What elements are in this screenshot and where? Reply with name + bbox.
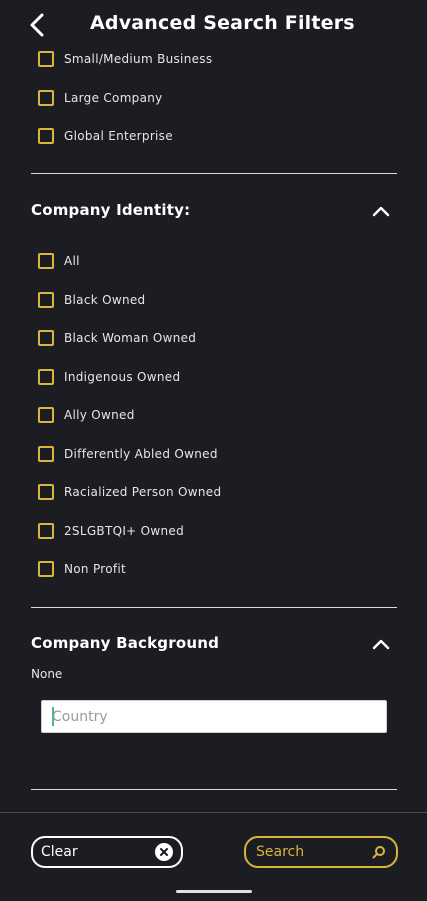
checkbox-label: Small/Medium Business — [64, 52, 213, 66]
checkbox-label: Non Profit — [64, 562, 127, 576]
checkbox[interactable] — [38, 253, 54, 269]
chevron-up-icon — [372, 639, 390, 650]
text-cursor — [52, 707, 54, 726]
clear-button-label: Clear — [41, 844, 78, 860]
checkbox-row-black-owned[interactable]: Black Owned — [38, 289, 145, 311]
checkbox-label: Differently Abled Owned — [64, 447, 218, 461]
section-divider — [31, 607, 397, 608]
checkbox[interactable] — [38, 128, 54, 144]
checkbox-row-racialized-person-owned[interactable]: Racialized Person Owned — [38, 481, 221, 503]
checkbox[interactable] — [38, 369, 54, 385]
checkbox[interactable] — [38, 330, 54, 346]
search-button-label: Search — [256, 844, 305, 860]
checkbox-row-2slgbtqi-owned[interactable]: 2SLGBTQI+ Owned — [38, 520, 184, 542]
checkbox-row-non-profit[interactable]: Non Profit — [38, 558, 126, 580]
background-selected-value: None — [31, 667, 63, 681]
checkbox[interactable] — [38, 292, 54, 308]
checkbox-label: Black Owned — [64, 293, 146, 307]
country-input[interactable] — [41, 700, 387, 733]
checkbox-label: Global Enterprise — [64, 129, 173, 143]
checkbox[interactable] — [38, 446, 54, 462]
section-title-company-background: Company Background — [31, 634, 220, 652]
checkbox[interactable] — [38, 561, 54, 577]
checkbox-label: Large Company — [64, 91, 163, 105]
section-divider — [31, 173, 397, 174]
checkbox-row-small-medium-business[interactable]: Small/Medium Business — [38, 48, 212, 70]
header-bar: Advanced Search Filters — [0, 0, 427, 50]
collapse-company-identity-button[interactable] — [370, 200, 392, 222]
back-button[interactable] — [24, 12, 50, 38]
search-button[interactable]: Search — [244, 836, 398, 868]
checkbox[interactable] — [38, 407, 54, 423]
checkbox-label: 2SLGBTQI+ Owned — [64, 524, 185, 538]
chevron-up-icon — [372, 206, 390, 217]
checkbox-row-ally-owned[interactable]: Ally Owned — [38, 404, 135, 426]
checkbox-row-all[interactable]: All — [38, 250, 80, 272]
checkbox-label: All — [64, 254, 80, 268]
clear-button[interactable]: Clear — [31, 836, 183, 868]
chevron-left-icon — [30, 13, 44, 37]
section-divider — [31, 789, 397, 790]
checkbox-row-differently-abled-owned[interactable]: Differently Abled Owned — [38, 443, 218, 465]
checkbox[interactable] — [38, 90, 54, 106]
section-title-company-identity: Company Identity: — [31, 201, 191, 219]
checkbox-row-indigenous-owned[interactable]: Indigenous Owned — [38, 366, 180, 388]
checkbox-label: Ally Owned — [64, 408, 135, 422]
checkbox[interactable] — [38, 523, 54, 539]
search-icon — [372, 846, 385, 859]
collapse-company-background-button[interactable] — [370, 633, 392, 655]
checkbox-label: Indigenous Owned — [64, 370, 181, 384]
checkbox[interactable] — [38, 51, 54, 67]
checkbox-row-global-enterprise[interactable]: Global Enterprise — [38, 125, 173, 147]
close-circle-icon — [155, 843, 173, 861]
page-title: Advanced Search Filters — [90, 12, 355, 34]
checkbox[interactable] — [38, 484, 54, 500]
checkbox-row-black-woman-owned[interactable]: Black Woman Owned — [38, 327, 196, 349]
checkbox-label: Racialized Person Owned — [64, 485, 222, 499]
checkbox-row-large-company[interactable]: Large Company — [38, 87, 163, 109]
home-indicator[interactable] — [176, 890, 252, 893]
checkbox-label: Black Woman Owned — [64, 331, 197, 345]
